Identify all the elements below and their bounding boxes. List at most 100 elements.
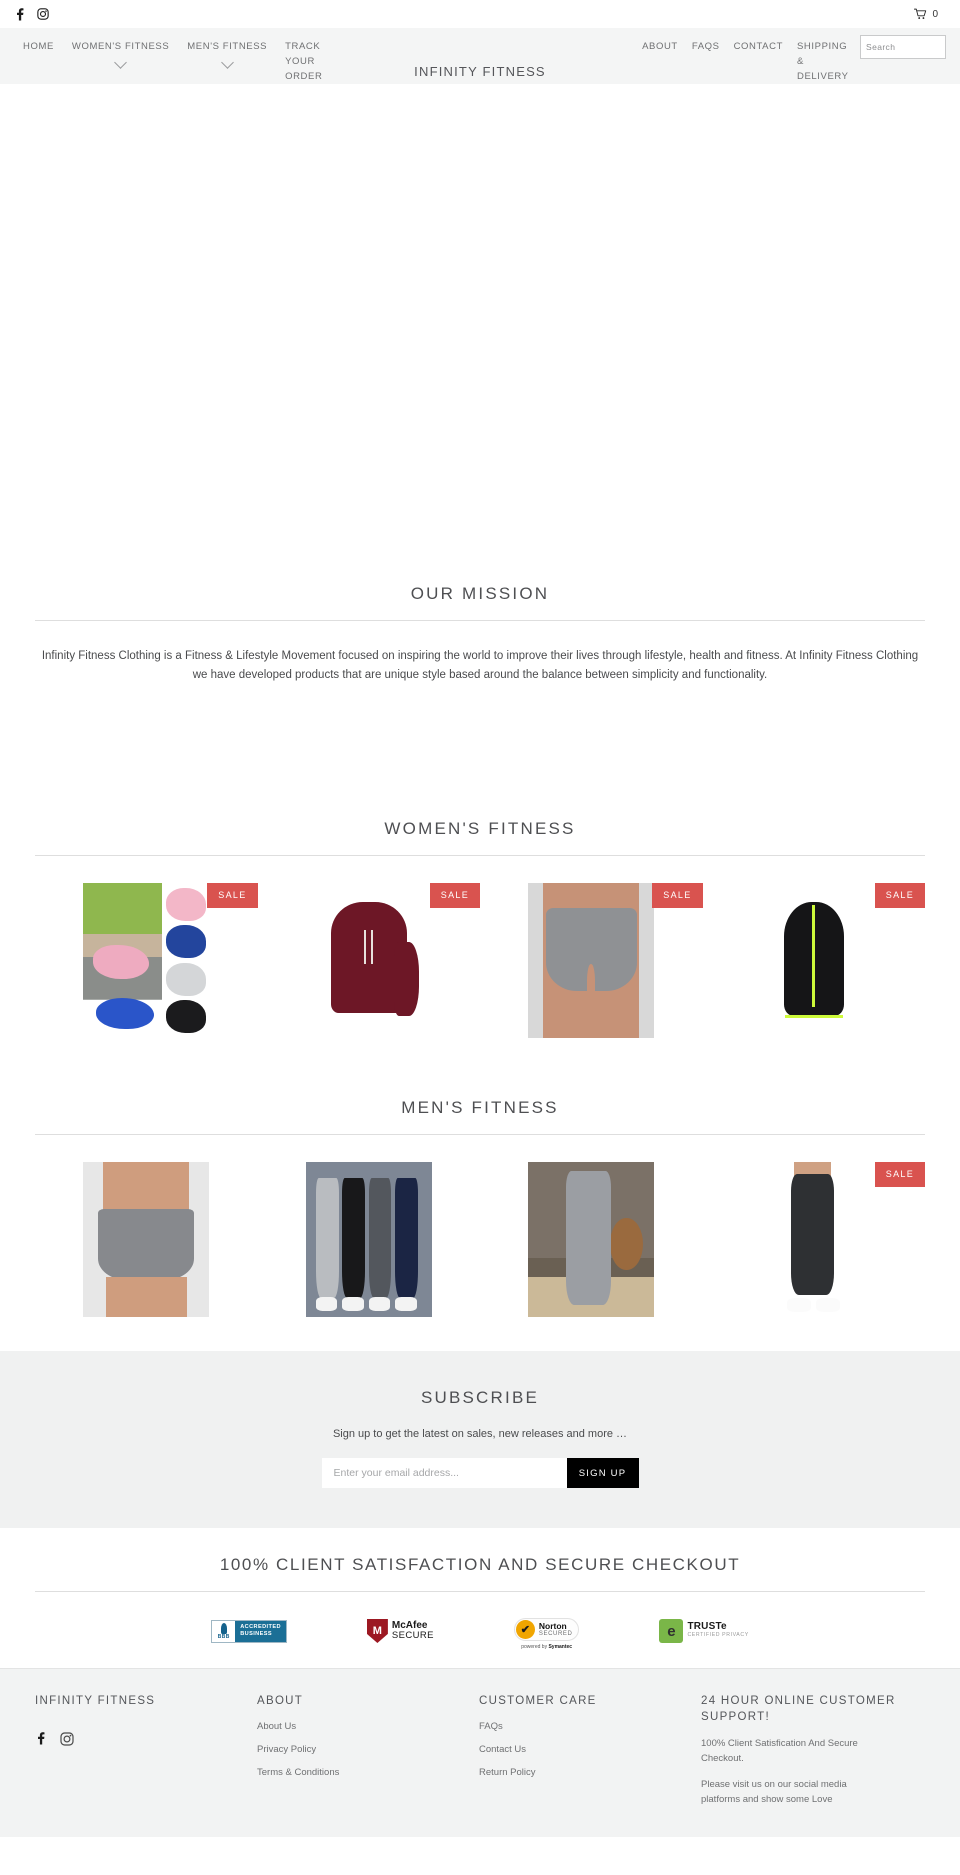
product-photo-bike-shorts — [528, 883, 655, 1038]
trust-title: 100% CLIENT SATISFACTION AND SECURE CHEC… — [219, 1555, 741, 1574]
product-card[interactable]: SALE — [480, 883, 703, 1038]
divider — [35, 620, 925, 621]
womens-fitness-section: WOMEN'S FITNESS SALE SALE SALE SALE — [0, 797, 960, 1038]
footer-link-about-us[interactable]: About Us — [257, 1721, 479, 1732]
nav-item-about[interactable]: ABOUT — [635, 39, 685, 54]
mens-product-grid: SALE — [35, 1162, 925, 1317]
status-badge: SALE — [429, 883, 480, 908]
footer-link-faqs[interactable]: FAQs — [479, 1721, 701, 1732]
footer-support-para-2: Please visit us on our social media plat… — [701, 1779, 847, 1805]
status-badge: SALE — [874, 883, 925, 908]
footer-brand-column: INFINITY FITNESS — [35, 1693, 257, 1807]
truste-glyph: e — [667, 1622, 676, 1640]
facebook-icon[interactable] — [14, 7, 25, 21]
nav-left-group: HOME WOMEN'S FITNESS MEN'S FITNESS TRACK… — [14, 39, 338, 84]
nav-item-shipping-delivery-label: SHIPPING & DELIVERY — [797, 41, 849, 82]
nav-item-contact[interactable]: CONTACT — [727, 39, 790, 54]
status-badge: SALE — [207, 883, 258, 908]
norton-check-icon: ✔ — [515, 1620, 535, 1639]
mens-fitness-section: MEN'S FITNESS SALE — [0, 1076, 960, 1317]
instagram-icon[interactable] — [60, 1731, 74, 1746]
nav-item-womens-fitness[interactable]: WOMEN'S FITNESS — [63, 39, 178, 77]
chevron-down-icon — [114, 56, 127, 69]
cart-count: 0 — [932, 8, 938, 20]
nav-item-track-your-order-label: TRACK YOUR ORDER — [285, 41, 323, 82]
footer-about-column: ABOUT About Us Privacy Policy Terms & Co… — [257, 1693, 479, 1807]
truste-line2: CERTIFIED PRIVACY — [687, 1632, 749, 1638]
product-image[interactable] — [750, 1162, 877, 1317]
mcafee-secure-badge: M McAfee SECURE — [366, 1618, 434, 1644]
footer-link-contact-us[interactable]: Contact Us — [479, 1744, 701, 1755]
chevron-down-icon — [220, 56, 234, 69]
product-image[interactable] — [528, 883, 655, 1038]
mcafee-line2: SECURE — [391, 1630, 434, 1641]
divider — [35, 1591, 925, 1592]
search-input[interactable] — [866, 42, 960, 52]
swatch-pink — [165, 887, 206, 921]
subscribe-title: SUBSCRIBE — [420, 1388, 540, 1407]
footer-about-heading: ABOUT — [257, 1695, 304, 1707]
product-color-swatches — [162, 883, 210, 1038]
product-image[interactable] — [750, 883, 877, 1038]
status-badge: SALE — [652, 883, 703, 908]
nav-item-faqs[interactable]: FAQS — [685, 39, 727, 54]
product-card[interactable]: SALE — [703, 883, 925, 1038]
subscribe-form: SIGN UP — [0, 1458, 960, 1488]
sign-up-button[interactable]: SIGN UP — [566, 1458, 639, 1488]
norton-powered-brand: Symantec — [548, 1644, 573, 1650]
bbb-torch-icon: BBB — [212, 1620, 236, 1642]
product-photo-gym-joggers — [528, 1162, 655, 1317]
truste-privacy-badge: e TRUSTe CERTIFIED PRIVACY — [659, 1618, 748, 1644]
search-box[interactable] — [860, 35, 960, 59]
nav-item-mens-fitness[interactable]: MEN'S FITNESS — [178, 39, 276, 77]
nav-item-track-your-order[interactable]: TRACK YOUR ORDER — [276, 39, 338, 84]
product-photo-hoodie — [305, 883, 432, 1038]
footer-support-column: 24 HOUR ONLINE CUSTOMER SUPPORT! 100% Cl… — [701, 1693, 925, 1807]
trust-badge-row: BBB ACCREDITED BUSINESS M McAfee SECURE — [0, 1618, 960, 1650]
mission-body: Infinity Fitness Clothing is a Fitness &… — [41, 650, 919, 681]
bbb-line2: BUSINESS — [240, 1631, 273, 1637]
email-field[interactable] — [321, 1458, 567, 1488]
norton-secured-badge: ✔ Norton SECURED powered by Symantec — [513, 1618, 580, 1650]
footer-support-para-1: 100% Client Satisfication And Secure Che… — [701, 1738, 858, 1764]
cart-icon[interactable] — [914, 8, 927, 20]
product-card[interactable]: SALE — [258, 883, 480, 1038]
footer-link-return-policy[interactable]: Return Policy — [479, 1767, 701, 1778]
swatch-black — [165, 1000, 206, 1033]
nav-right-group: ABOUT FAQS CONTACT SHIPPING & DELIVERY — [635, 35, 960, 84]
nav-item-home[interactable]: HOME — [14, 39, 63, 54]
divider — [35, 1134, 925, 1135]
product-card[interactable] — [480, 1162, 703, 1317]
cart-link[interactable]: 0 — [914, 8, 946, 20]
product-photo-zip-jacket — [750, 883, 877, 1038]
footer-link-terms-conditions[interactable]: Terms & Conditions — [257, 1767, 479, 1778]
instagram-icon[interactable] — [37, 8, 49, 20]
mission-section: OUR MISSION Infinity Fitness Clothing is… — [0, 559, 960, 685]
utility-bar: 0 — [0, 0, 960, 28]
product-image[interactable] — [305, 1162, 432, 1317]
nav-item-shipping-delivery[interactable]: SHIPPING & DELIVERY — [790, 39, 852, 84]
product-card[interactable]: SALE — [35, 883, 258, 1038]
hero-banner[interactable] — [0, 84, 960, 559]
product-image[interactable] — [83, 883, 210, 1038]
footer-link-privacy-policy[interactable]: Privacy Policy — [257, 1744, 479, 1755]
womens-product-grid: SALE SALE SALE SALE — [35, 883, 925, 1038]
product-card[interactable] — [35, 1162, 258, 1317]
swatch-grey — [165, 962, 206, 996]
bbb-mark: BBB — [217, 1633, 230, 1640]
product-image[interactable] — [83, 1162, 210, 1317]
bbb-accredited-badge: BBB ACCREDITED BUSINESS — [211, 1618, 287, 1644]
mens-fitness-title: MEN'S FITNESS — [401, 1098, 559, 1117]
product-image[interactable] — [528, 1162, 655, 1317]
product-image[interactable] — [305, 883, 432, 1038]
footer-support-heading: 24 HOUR ONLINE CUSTOMER SUPPORT! — [701, 1695, 896, 1723]
divider — [35, 855, 925, 856]
site-logo-text: INFINITY FITNESS — [414, 64, 546, 79]
trust-section: 100% CLIENT SATISFACTION AND SECURE CHEC… — [0, 1528, 960, 1668]
product-card[interactable] — [258, 1162, 481, 1317]
mcafee-glyph: M — [372, 1625, 382, 1637]
facebook-icon[interactable] — [35, 1731, 46, 1746]
nav-item-mens-fitness-label: MEN'S FITNESS — [187, 41, 268, 52]
product-card[interactable]: SALE — [703, 1162, 925, 1317]
truste-e-icon: e — [659, 1619, 684, 1643]
